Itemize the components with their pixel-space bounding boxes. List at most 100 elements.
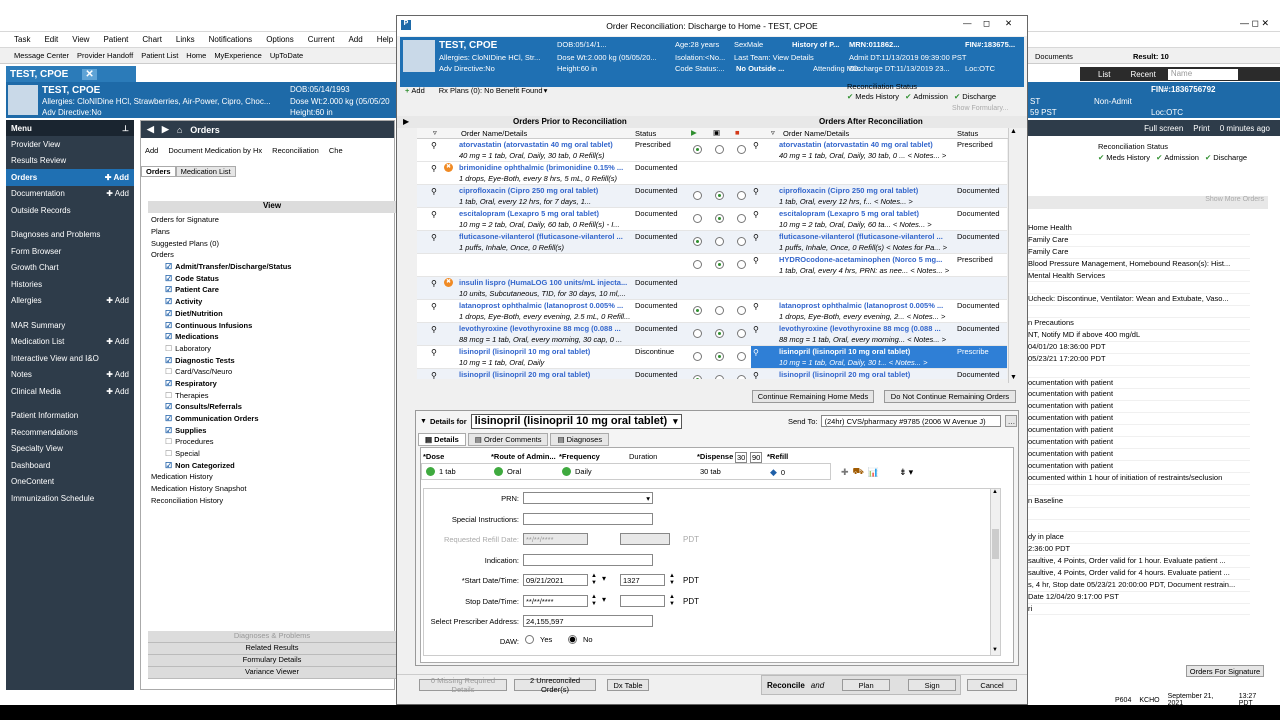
chevron-down-icon[interactable]: ▼ [1010, 374, 1017, 381]
add-field-icon[interactable]: ✚ [841, 467, 849, 478]
list-item[interactable] [1028, 485, 1250, 497]
after-cell[interactable]: ⚲ HYDROcodone-acetaminophen (Norco 5 mg..… [751, 254, 1007, 276]
stop-radio[interactable] [737, 191, 746, 200]
stop-radio[interactable] [737, 260, 746, 269]
list-item[interactable]: 04/01/20 18:36:00 PDT [1028, 342, 1250, 354]
dispense-field[interactable]: 30 tab [700, 467, 721, 476]
close-icon[interactable]: ✕ [82, 68, 97, 80]
after-cell[interactable]: ⚲ latanoprost ophthalmic (latanoprost 0.0… [751, 300, 1007, 322]
list-item[interactable]: ocumentation with patient [1028, 449, 1250, 461]
continue-radio[interactable] [693, 214, 702, 223]
menu-item[interactable]: Add [348, 35, 362, 44]
table-row[interactable]: ⚲ escitalopram (Lexapro 5 mg oral tablet)… [417, 208, 1007, 231]
sidebar-add-button[interactable]: ✚ Add [106, 189, 129, 198]
view-item[interactable]: ☐ Special [151, 448, 396, 460]
checkbox[interactable]: ☐ [165, 437, 172, 446]
add-icon[interactable]: + [405, 86, 409, 95]
sort-icon[interactable]: ⇟ [899, 467, 907, 478]
rx-plans-dropdown[interactable]: Rx Plans (0): No Benefit Found [439, 86, 543, 95]
menu-item[interactable]: View [72, 35, 89, 44]
stop-date-input[interactable]: **/**/**** [523, 595, 588, 607]
view-item[interactable]: Suggested Plans (0) [151, 237, 396, 249]
view-item[interactable]: ☑ Activity [151, 296, 396, 308]
table-row[interactable]: ⚲ HYDROcodone-acetaminophen (Norco 5 mg..… [417, 254, 1007, 277]
list-item[interactable]: Family Care [1028, 235, 1250, 247]
details-tab[interactable]: ▤ Diagnoses [550, 433, 610, 446]
pin-icon[interactable]: ⊥ [122, 124, 129, 133]
menu-item[interactable]: Patient [103, 35, 128, 44]
orders-tab[interactable]: Orders [141, 165, 176, 177]
sidebar-item[interactable]: Outside Records [6, 202, 134, 219]
refresh-time[interactable]: 0 minutes ago [1220, 124, 1270, 133]
list-item[interactable]: Family Care [1028, 247, 1250, 259]
modify-radio[interactable] [715, 237, 724, 246]
checkbox[interactable]: ☐ [165, 391, 172, 400]
menu-item[interactable]: Edit [44, 35, 58, 44]
toolbar-item[interactable]: MyExperience [214, 51, 262, 60]
list-item[interactable]: ocumentation with patient [1028, 378, 1250, 390]
minimize-icon[interactable]: — [963, 18, 972, 28]
col-status[interactable]: Status [635, 129, 656, 138]
modify-radio[interactable] [715, 352, 724, 361]
checkbox[interactable]: ☑ [165, 297, 172, 306]
sidebar-item[interactable]: Form Browser [6, 243, 134, 260]
dx-table-button[interactable]: Dx Table [607, 679, 649, 691]
checkbox[interactable]: ☑ [165, 285, 172, 294]
last-team[interactable]: Last Team: View Details [734, 53, 814, 62]
plan-button[interactable]: Plan [842, 679, 891, 691]
refill-field[interactable]: ◆ 0 [770, 467, 785, 478]
view-item[interactable]: ☑ Respiratory [151, 378, 396, 390]
checkbox[interactable]: ☐ [165, 344, 172, 353]
refill-time-input[interactable] [620, 533, 670, 545]
orders-footer-item[interactable]: Diagnoses & Problems [148, 631, 396, 643]
route-field[interactable]: Oral [494, 467, 521, 476]
modify-radio[interactable] [715, 306, 724, 315]
filter-icon[interactable]: ▿ [433, 128, 437, 137]
list-label[interactable]: List [1098, 70, 1110, 79]
after-cell[interactable]: ⚲ lisinopril (lisinopril 20 mg oral table… [751, 369, 1007, 379]
unreconciled-orders-button[interactable]: 2 Unreconciled Order(s) [514, 676, 596, 694]
continue-radio[interactable] [693, 306, 702, 315]
sidebar-item[interactable]: Notes ✚ Add [6, 367, 134, 384]
print-button[interactable]: Print [1193, 124, 1209, 133]
dose-field[interactable]: 1 tab [426, 467, 456, 476]
view-item[interactable]: ☑ Consults/Referrals [151, 401, 396, 413]
sidebar-item[interactable]: Recommendations [6, 424, 134, 441]
after-cell[interactable]: ⚲ lisinopril (lisinopril 10 mg oral table… [751, 346, 1007, 368]
view-item[interactable]: ☑ Non Categorized [151, 459, 396, 471]
prescriber-address-input[interactable]: 24,155,597 [523, 615, 653, 627]
orders-toolbar-item[interactable]: Che [329, 146, 343, 155]
continue-radio[interactable] [693, 260, 702, 269]
toolbar-item[interactable]: Message Center [14, 51, 69, 60]
list-item[interactable]: 05/23/21 17:20:00 PDT [1028, 354, 1250, 366]
indication-input[interactable] [523, 554, 653, 566]
modify-radio[interactable] [715, 375, 724, 379]
checkbox[interactable]: ☑ [165, 332, 172, 341]
daw-yes-radio[interactable]: Yes [525, 635, 552, 644]
list-item[interactable]: 2:36:00 PDT [1028, 544, 1250, 556]
orders-toolbar-item[interactable]: Document Medication by Hx [168, 146, 262, 155]
continue-radio[interactable] [693, 145, 702, 154]
stop-radio[interactable] [737, 214, 746, 223]
view-item[interactable]: ☑ Patient Care [151, 284, 396, 296]
chevron-up-icon[interactable]: ▲ [1010, 128, 1017, 135]
orders-footer-item[interactable]: Variance Viewer [148, 667, 396, 679]
orders-for-signature-button[interactable]: Orders For Signature [1186, 665, 1264, 677]
table-row[interactable]: ⚲ levothyroxine (levothyroxine 88 mcg (0.… [417, 323, 1007, 346]
table-row[interactable]: ⚲ atorvastatin (atorvastatin 40 mg oral t… [417, 139, 1007, 162]
maximize-icon[interactable]: ◻ [983, 18, 990, 29]
sidebar-add-button[interactable]: ✚ Add [106, 296, 129, 305]
prn-select[interactable]: ▾ [523, 492, 653, 504]
continue-radio[interactable] [693, 352, 702, 361]
sidebar-item[interactable]: Allergies ✚ Add [6, 293, 134, 310]
cancel-button[interactable]: Cancel [967, 679, 1017, 691]
continue-radio[interactable] [693, 329, 702, 338]
add-button[interactable]: Add [411, 86, 424, 95]
stop-radio[interactable] [737, 306, 746, 315]
sidebar-add-button[interactable]: ✚ Add [105, 173, 129, 182]
list-item[interactable]: dy in place [1028, 532, 1250, 545]
result-count[interactable]: Result: 10 [1133, 52, 1169, 61]
menu-item[interactable]: Help [377, 35, 393, 44]
checkbox[interactable]: ☐ [165, 367, 172, 376]
dispense-30-button[interactable]: 30 [735, 452, 748, 463]
